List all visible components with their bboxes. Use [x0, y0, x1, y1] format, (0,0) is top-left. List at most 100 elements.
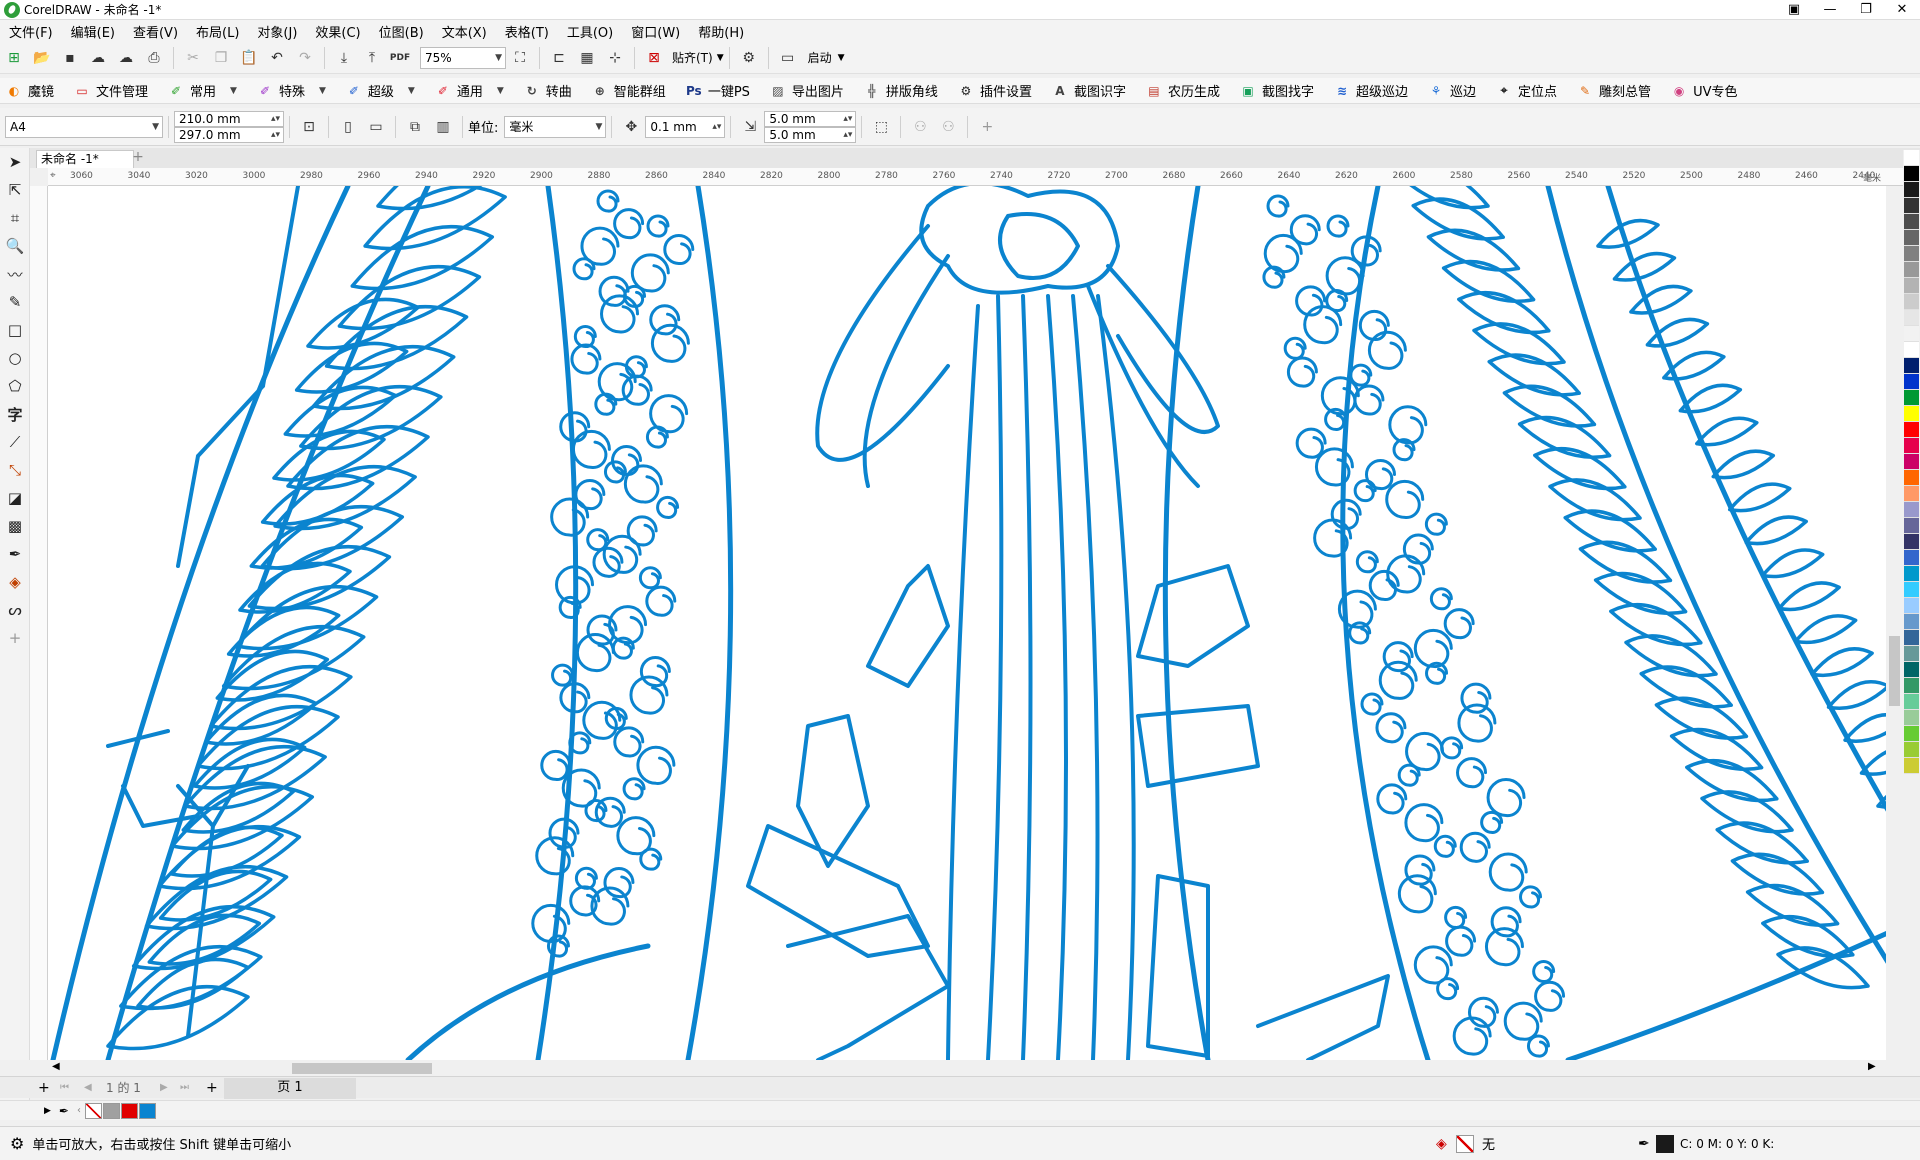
plugin-button[interactable]: ✐ 常用 ▼: [162, 81, 237, 101]
palette-swatch[interactable]: [1904, 646, 1919, 662]
plugin-button[interactable]: ▤ 农历生成: [1140, 81, 1220, 101]
page-bars-icon[interactable]: ▥: [431, 115, 455, 139]
document-tab[interactable]: 未命名 -1*: [36, 150, 134, 168]
vertical-scrollbar[interactable]: [1886, 186, 1903, 1060]
print-icon[interactable]: ⎙: [142, 46, 166, 70]
palette-swatch[interactable]: [1904, 662, 1919, 678]
plugin-button[interactable]: ▣ 截图找字: [1234, 81, 1314, 101]
palette-swatch[interactable]: [1904, 518, 1919, 534]
fill-icon[interactable]: ◈: [1436, 1136, 1447, 1152]
smart-fill-icon[interactable]: ᔕ: [0, 596, 30, 624]
palette-swatch[interactable]: [1904, 742, 1919, 758]
restore-button[interactable]: ❐: [1848, 2, 1884, 17]
first-page-icon[interactable]: ⏮: [60, 1082, 69, 1093]
full-screen-icon[interactable]: ⛶: [508, 46, 532, 70]
drawing-canvas[interactable]: [48, 186, 1903, 1060]
plugin-button[interactable]: ⚙ 插件设置: [952, 81, 1032, 101]
palette-swatch[interactable]: [1904, 150, 1919, 166]
outline-color-swatch[interactable]: [1656, 1134, 1674, 1153]
ruler-origin-icon[interactable]: ⌖: [50, 170, 56, 181]
palette-swatch[interactable]: [1904, 470, 1919, 486]
no-color-swatch[interactable]: [84, 1102, 102, 1119]
minimize-button[interactable]: —: [1812, 2, 1848, 17]
palette-swatch[interactable]: [1904, 406, 1919, 422]
nudge-field[interactable]: 0.1 mm ▴▾: [645, 115, 726, 138]
palette-swatch[interactable]: [1904, 294, 1919, 310]
chevron-down-icon[interactable]: ▼: [717, 53, 724, 63]
page-width-field[interactable]: 210.0 mm ▴▾: [174, 110, 284, 127]
freehand-tool-icon[interactable]: 〰: [0, 260, 30, 288]
chevron-down-icon[interactable]: ▼: [838, 53, 845, 63]
collapse-icon[interactable]: ‹: [77, 1105, 81, 1116]
grid-icon[interactable]: ▦: [575, 46, 599, 70]
palette-swatch[interactable]: [1904, 198, 1919, 214]
rectangle-tool-icon[interactable]: □: [0, 316, 30, 344]
page-tab[interactable]: 页 1: [224, 1078, 356, 1099]
ellipse-tool-icon[interactable]: ○: [0, 344, 30, 372]
plugin-button[interactable]: Ps 一键PS: [680, 81, 750, 101]
cloud-upload-icon[interactable]: ☁: [114, 46, 138, 70]
palette-swatch[interactable]: [1904, 166, 1919, 182]
palette-swatch[interactable]: [1904, 214, 1919, 230]
gray-swatch[interactable]: [102, 1102, 120, 1119]
plugin-disabled-icon[interactable]: ⚇: [908, 115, 932, 139]
add-icon[interactable]: +: [975, 115, 999, 139]
scroll-right-icon[interactable]: ▶: [1868, 1061, 1876, 1072]
new-tab-icon[interactable]: +: [130, 150, 146, 166]
scroll-left-icon[interactable]: ◀: [52, 1061, 60, 1072]
palette-swatch[interactable]: [1904, 262, 1919, 278]
landscape-icon[interactable]: ▭: [364, 115, 388, 139]
plugin-button[interactable]: ↻ 转曲: [518, 81, 572, 101]
menu-item[interactable]: 查看(V): [124, 22, 187, 41]
import-icon[interactable]: ⤓: [332, 46, 356, 70]
menu-item[interactable]: 效果(C): [306, 22, 369, 41]
pick-tool-icon[interactable]: ➤: [0, 148, 30, 176]
palette-swatch[interactable]: [1904, 726, 1919, 742]
plugin-button[interactable]: ▨ 导出图片: [764, 81, 844, 101]
all-pages-icon[interactable]: ⊡: [297, 115, 321, 139]
menu-item[interactable]: 文件(F): [0, 22, 62, 41]
palette-swatch[interactable]: [1904, 630, 1919, 646]
palette-swatch[interactable]: [1904, 438, 1919, 454]
plugin-button[interactable]: ◐ 魔镜: [0, 81, 54, 101]
eyedropper-icon[interactable]: ✒: [59, 1104, 69, 1118]
treat-as-filled-icon[interactable]: ⬚: [869, 115, 893, 139]
palette-swatch[interactable]: [1904, 598, 1919, 614]
palette-swatch[interactable]: [1904, 758, 1919, 774]
chevron-down-icon[interactable]: ▼: [230, 86, 237, 96]
open-icon[interactable]: 📂: [30, 46, 54, 70]
plugin-button[interactable]: ◉ UV专色: [1665, 81, 1738, 101]
eyedropper-tool-icon[interactable]: ✒: [0, 540, 30, 568]
export-icon[interactable]: ⤒: [360, 46, 384, 70]
palette-swatch[interactable]: [1904, 582, 1919, 598]
outline-pen-icon[interactable]: ✒: [1638, 1136, 1650, 1152]
expand-palette-icon[interactable]: ▶: [44, 1106, 51, 1116]
text-tool-icon[interactable]: 字: [0, 400, 30, 428]
chevron-down-icon[interactable]: ▼: [408, 86, 415, 96]
vertical-ruler[interactable]: [30, 186, 48, 1060]
snap-icon[interactable]: ⊠: [642, 46, 666, 70]
new-document-icon[interactable]: ⊞: [2, 46, 26, 70]
options-gear-icon[interactable]: ⚙: [737, 46, 761, 70]
palette-swatch[interactable]: [1904, 502, 1919, 518]
cloud-download-icon[interactable]: ☁: [86, 46, 110, 70]
palette-swatch[interactable]: [1904, 310, 1919, 326]
help-window-icon[interactable]: ▣: [1776, 2, 1812, 17]
plugin-button[interactable]: ⌖ 定位点: [1490, 81, 1557, 100]
drop-shadow-tool-icon[interactable]: ◪: [0, 484, 30, 512]
plugin-button[interactable]: ✐ 超级 ▼: [340, 81, 415, 101]
settings-gear-icon[interactable]: ⚙: [10, 1134, 24, 1153]
palette-swatch[interactable]: [1904, 550, 1919, 566]
plugin-button[interactable]: A 截图识字: [1046, 81, 1126, 101]
blue-swatch[interactable]: [138, 1102, 156, 1119]
current-page-icon[interactable]: ⧉: [403, 115, 427, 139]
menu-item[interactable]: 文本(X): [433, 22, 496, 41]
palette-swatch[interactable]: [1904, 694, 1919, 710]
horizontal-scrollbar[interactable]: ◀ ▶: [0, 1060, 1920, 1076]
page-height-field[interactable]: 297.0 mm ▴▾: [174, 126, 284, 143]
add-page-after-icon[interactable]: +: [206, 1080, 218, 1096]
dup-y-field[interactable]: 5.0 mm ▴▾: [764, 126, 857, 143]
palette-swatch[interactable]: [1904, 246, 1919, 262]
vertical-scroll-thumb[interactable]: [1889, 636, 1900, 706]
interactive-fill-icon[interactable]: ◈: [0, 568, 30, 596]
